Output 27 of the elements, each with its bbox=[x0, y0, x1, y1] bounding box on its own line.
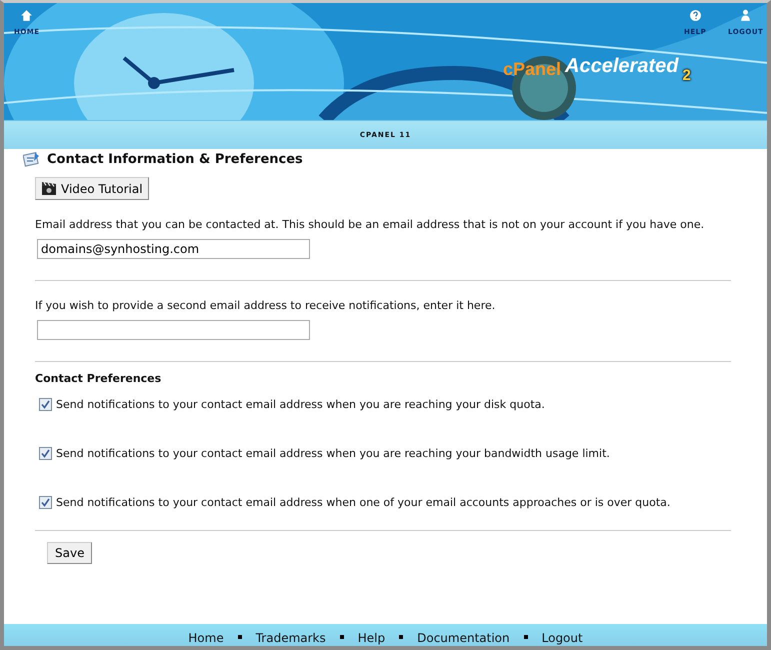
email-field[interactable] bbox=[37, 320, 310, 340]
footer-link[interactable]: Trademarks bbox=[256, 631, 326, 645]
save-button[interactable]: Save bbox=[47, 542, 92, 564]
footer-link[interactable]: Help bbox=[358, 631, 386, 645]
section-heading: Contact Preferences bbox=[35, 372, 162, 385]
logo-product: Accelerated bbox=[565, 55, 678, 78]
video-tutorial-button[interactable]: Video Tutorial bbox=[35, 177, 149, 200]
checkbox-label: Send notifications to your contact email address when one of your email accounts approaches or is over quota. bbox=[56, 496, 670, 508]
logo-version: 2 bbox=[682, 67, 691, 84]
checkbox-label: Send notifications to your contact email address when you are reaching your disk quota. bbox=[56, 398, 545, 410]
logo-brand: cPanel bbox=[503, 59, 562, 80]
email-field[interactable]: domains@synhosting.com bbox=[37, 239, 310, 259]
user-icon bbox=[739, 9, 752, 22]
checkbox-label: Send notifications to your contact email address when you are reaching your bandwidth usage limit. bbox=[56, 446, 610, 460]
footer-link[interactable]: Logout bbox=[542, 631, 583, 645]
checkbox[interactable] bbox=[39, 446, 52, 460]
checkbox[interactable] bbox=[39, 496, 52, 508]
field-label: Email address that you can be contacted at. This should be an email address that is not on your account if you have one. bbox=[35, 218, 706, 231]
clapperboard-icon bbox=[41, 181, 57, 196]
checkbox[interactable] bbox=[39, 398, 52, 410]
help-icon bbox=[688, 9, 702, 22]
home-icon bbox=[20, 9, 34, 22]
footer-link[interactable]: Home bbox=[188, 631, 224, 645]
field-label: If you wish to provide a second email address to receive notifications, enter it here. bbox=[35, 299, 496, 312]
contact-card-icon bbox=[23, 151, 41, 167]
page-title: Contact Information & Preferences bbox=[47, 152, 303, 166]
footer-link[interactable]: Documentation bbox=[417, 631, 510, 645]
